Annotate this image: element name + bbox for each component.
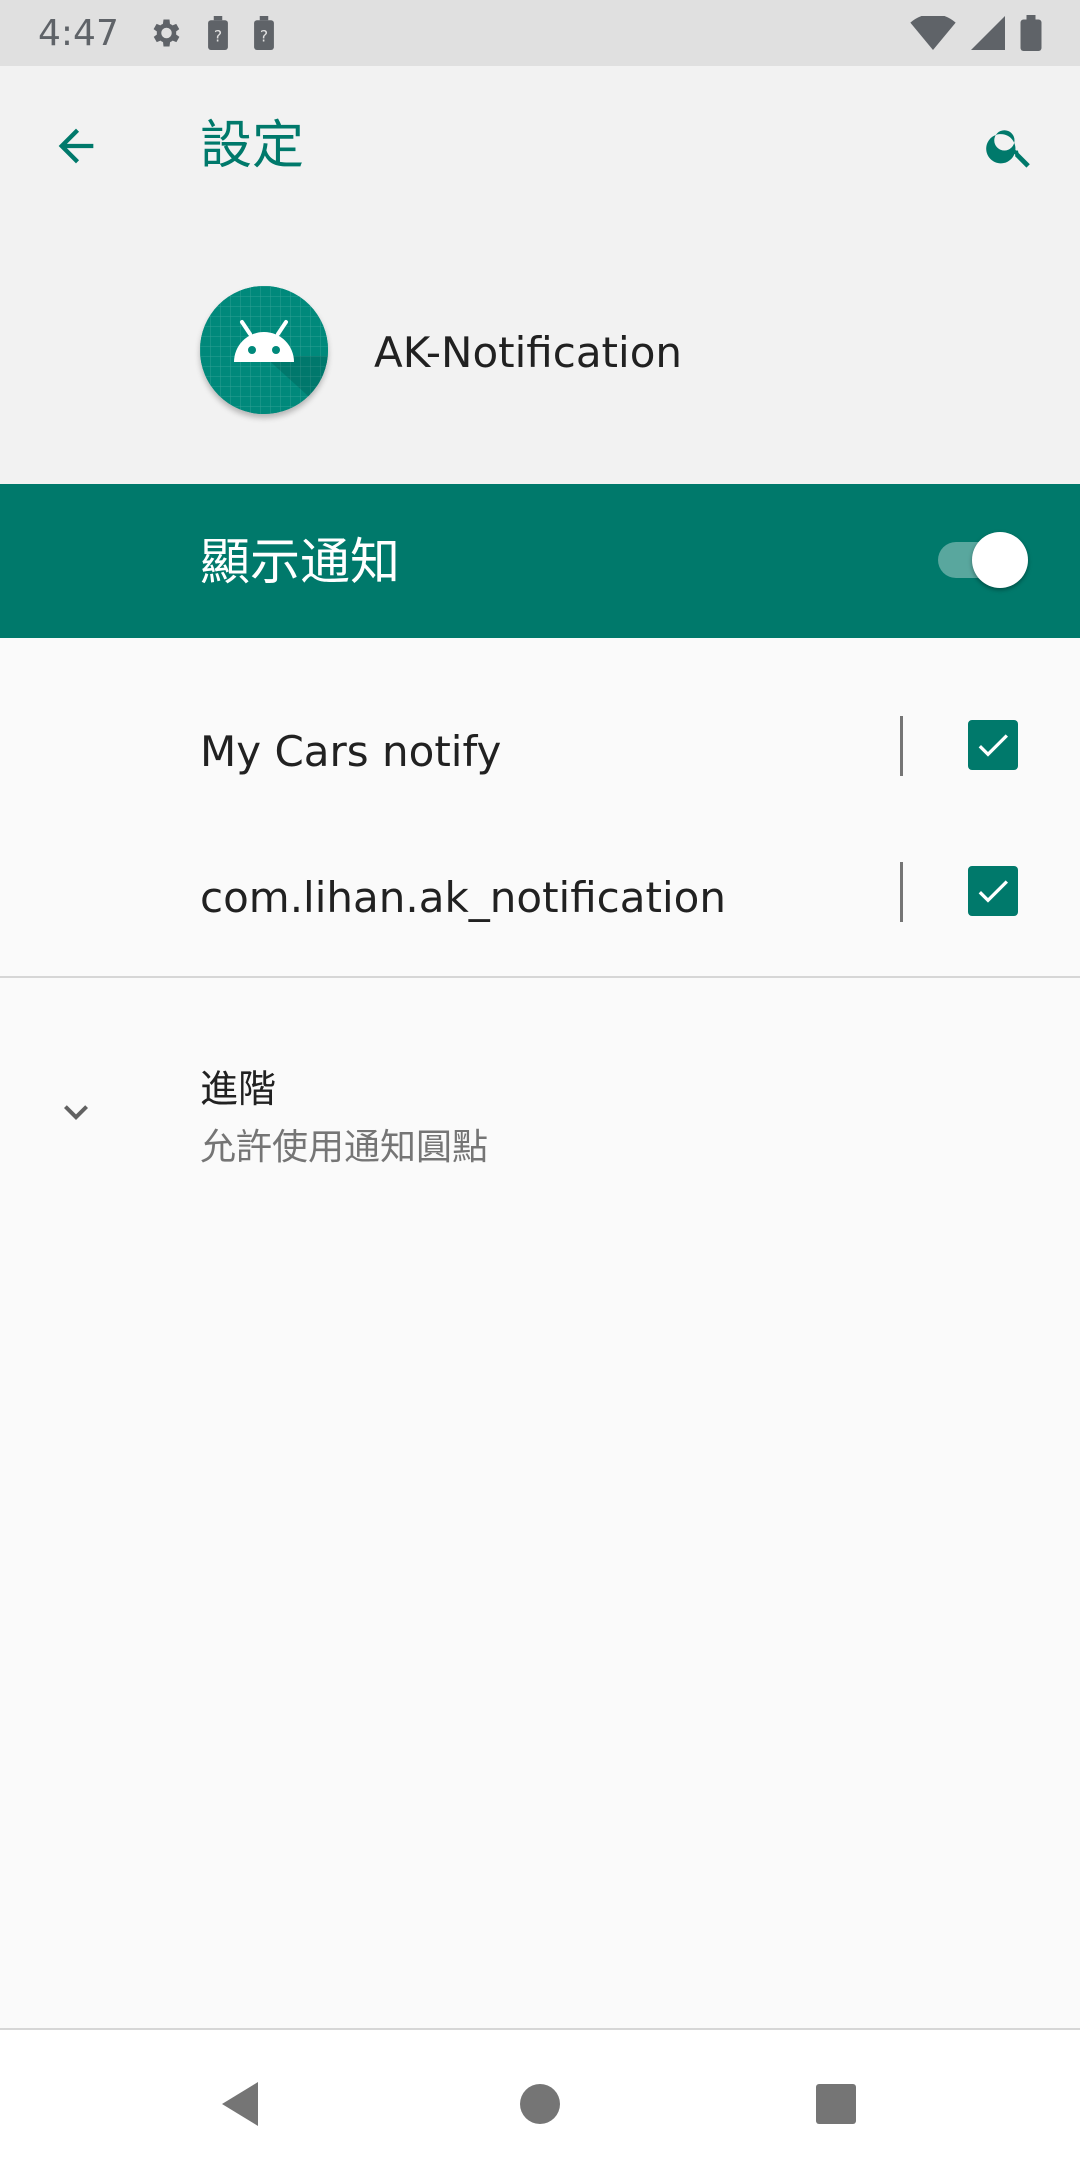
channel-checkbox[interactable] [968,866,1018,916]
battery-icon [1020,15,1042,51]
android-icon [200,286,328,414]
row-divider [900,862,903,922]
show-notifications-label: 顯示通知 [200,533,400,591]
check-icon [978,734,1008,757]
gear-icon [153,19,180,47]
row-divider [900,716,903,776]
svg-text:?: ? [214,28,222,46]
svg-text:?: ? [260,28,268,46]
nav-home-icon[interactable] [510,2074,570,2134]
status-time: 4:47 [38,12,119,54]
section-divider [0,976,1080,978]
battery-unknown-icon: ? [207,16,228,50]
settings-screen: 4:47 ? ? 設定 AK-Notification 顯示通知 My Cars… [0,0,1080,2160]
advanced-title: 進階 [200,1067,277,1111]
app-bar: 設定 [0,66,1080,220]
arrow-back-icon [58,128,94,164]
channel-row[interactable]: My Cars notify [0,680,1080,826]
page-title: 設定 [200,116,305,176]
navigation-bar [0,2030,1080,2160]
channel-checkbox[interactable] [968,720,1018,770]
channel-label: com.lihan.ak_notification [200,873,726,922]
back-button[interactable] [40,110,112,182]
app-header: AK-Notification [0,220,1080,484]
advanced-expander[interactable]: 進階 允許使用通知圓點 [0,1040,1080,1190]
wifi-icon [910,16,956,50]
chevron-down-icon [46,1082,106,1142]
status-system-icons [910,15,1042,51]
nav-back-icon[interactable] [214,2074,274,2134]
status-notification-icons: ? ? [147,15,275,51]
search-icon [986,130,1030,168]
switch-thumb[interactable] [972,532,1028,588]
battery-unknown-icon: ? [253,16,274,50]
nav-recents-icon[interactable] [806,2074,866,2134]
advanced-summary: 允許使用通知圓點 [200,1127,489,1168]
status-bar: 4:47 ? ? [0,0,1080,66]
cell-signal-icon [971,16,1005,50]
check-icon [978,880,1008,903]
show-notifications-switch-row[interactable]: 顯示通知 [0,484,1080,638]
search-button[interactable] [974,110,1046,182]
app-name: AK-Notification [374,328,683,377]
channel-label: My Cars notify [200,727,502,776]
channel-row[interactable]: com.lihan.ak_notification [0,826,1080,972]
